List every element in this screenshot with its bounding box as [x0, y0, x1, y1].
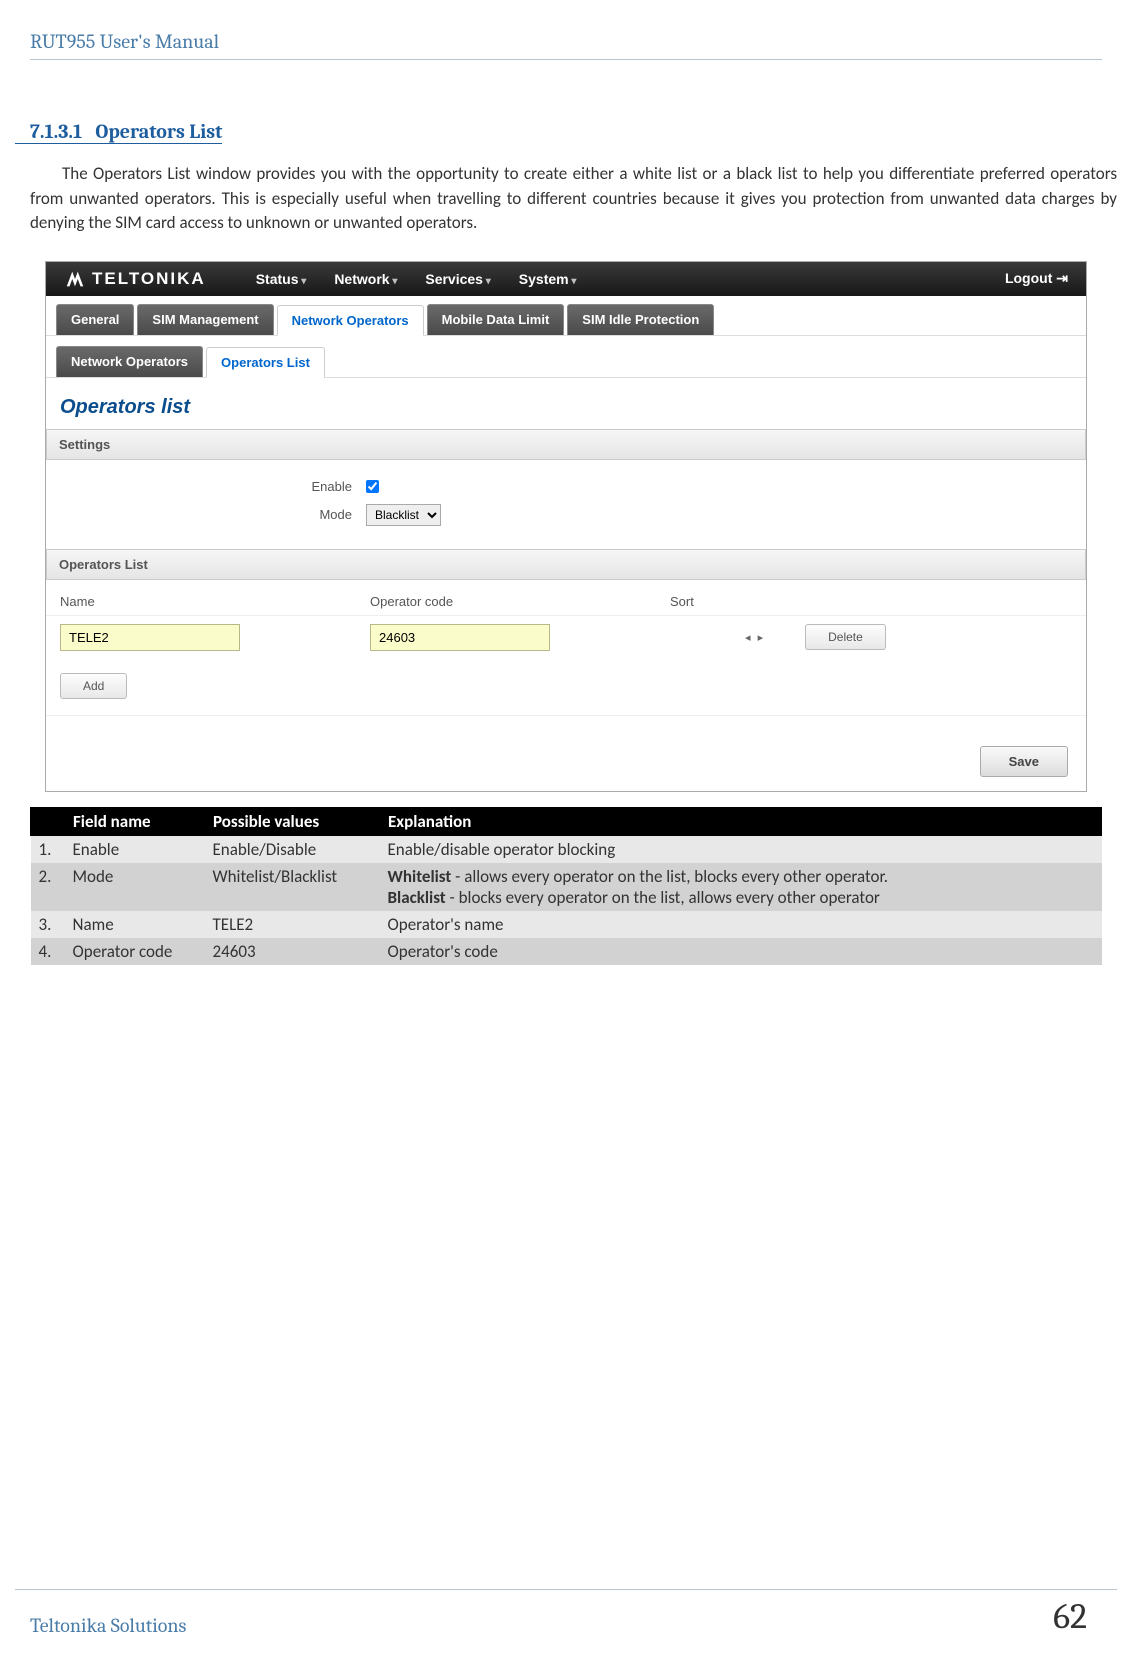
table-header-row: Field name Possible values Explanation: [31, 807, 1102, 835]
app-screenshot: TELTONIKA Status Network Services System…: [45, 261, 1087, 792]
page-number: 62: [1053, 1596, 1117, 1637]
row-mode: Mode Blacklist: [46, 499, 1086, 531]
cell-expl: Whitelist - allows every operator on the…: [380, 863, 1102, 911]
table-row: 4. Operator code 24603 Operator's code: [31, 938, 1102, 965]
tab-network-operators[interactable]: Network Operators: [277, 305, 424, 336]
table-row: 3. Name TELE2 Operator's name: [31, 911, 1102, 938]
sub-tabs: Network Operators Operators List: [46, 336, 1086, 378]
cell-num: 4.: [31, 938, 65, 965]
delete-button[interactable]: Delete: [805, 624, 886, 650]
operator-row: ◂ ▸ Delete: [46, 616, 1086, 659]
operator-code-input[interactable]: [370, 624, 550, 651]
cell-field: Operator code: [65, 938, 205, 965]
cell-expl: Enable/disable operator blocking: [380, 835, 1102, 863]
top-nav: TELTONIKA Status Network Services System…: [46, 262, 1086, 296]
cell-field: Name: [65, 911, 205, 938]
cell-num: 1.: [31, 835, 65, 863]
doc-header-title: RUT955 User's Manual: [15, 30, 1117, 59]
cell-values: Whitelist/Blacklist: [205, 863, 380, 911]
operators-list-header: Operators List: [46, 549, 1086, 580]
th-explanation: Explanation: [380, 807, 1102, 835]
cell-num: 3.: [31, 911, 65, 938]
rest1: - allows every operator on the list, blo…: [451, 866, 888, 887]
subtab-operators-list[interactable]: Operators List: [206, 347, 325, 378]
section-title: Operators List: [95, 120, 222, 143]
save-button[interactable]: Save: [980, 746, 1068, 777]
th-field: Field name: [65, 807, 205, 835]
col-name: Name: [60, 594, 370, 609]
table-row: 1. Enable Enable/Disable Enable/disable …: [31, 835, 1102, 863]
section-number: 7.1.3.1: [30, 120, 82, 143]
section-heading: 7.1.3.1 Operators List: [15, 120, 1117, 162]
operator-name-input[interactable]: [60, 624, 240, 651]
fields-table: Field name Possible values Explanation 1…: [30, 807, 1102, 965]
footer-brand: Teltonika Solutions: [15, 1614, 186, 1637]
cell-expl: Operator's code: [380, 938, 1102, 965]
header-rule: [30, 59, 1102, 60]
subtab-network-operators[interactable]: Network Operators: [56, 346, 203, 377]
cell-values: 24603: [205, 938, 380, 965]
logout-link[interactable]: Logout ⇥: [1005, 270, 1068, 287]
list-columns: Name Operator code Sort: [46, 584, 1086, 616]
logout-icon: ⇥: [1052, 270, 1068, 286]
enable-checkbox[interactable]: [366, 480, 379, 493]
th-blank: [31, 807, 65, 835]
bold-blacklist: Blacklist: [388, 887, 446, 908]
primary-tabs: General SIM Management Network Operators…: [46, 296, 1086, 336]
nav-network[interactable]: Network: [334, 271, 397, 287]
enable-label: Enable: [46, 479, 366, 494]
save-row: Save: [46, 715, 1086, 791]
th-values: Possible values: [205, 807, 380, 835]
mode-label: Mode: [46, 507, 366, 522]
rest2: - blocks every operator on the list, all…: [446, 887, 880, 908]
cell-num: 2.: [31, 863, 65, 911]
brand-text: TELTONIKA: [92, 269, 206, 289]
nav-services[interactable]: Services: [425, 271, 490, 287]
sort-handle-icon[interactable]: ◂ ▸: [745, 631, 765, 644]
nav-system[interactable]: System: [519, 271, 577, 287]
cell-values: Enable/Disable: [205, 835, 380, 863]
tab-sim-idle-protection[interactable]: SIM Idle Protection: [567, 304, 714, 335]
tab-sim-management[interactable]: SIM Management: [137, 304, 273, 335]
cell-expl: Operator's name: [380, 911, 1102, 938]
add-button[interactable]: Add: [60, 673, 127, 699]
tab-mobile-data-limit[interactable]: Mobile Data Limit: [427, 304, 565, 335]
table-row: 2. Mode Whitelist/Blacklist Whitelist - …: [31, 863, 1102, 911]
bold-whitelist: Whitelist: [388, 866, 452, 887]
col-sort: Sort: [670, 594, 1072, 609]
cell-field: Mode: [65, 863, 205, 911]
row-enable: Enable: [46, 474, 1086, 499]
logout-label: Logout: [1005, 270, 1052, 286]
cell-values: TELE2: [205, 911, 380, 938]
page-title: Operators list: [46, 378, 1086, 429]
settings-header: Settings: [46, 429, 1086, 460]
settings-form: Enable Mode Blacklist: [46, 460, 1086, 549]
nav-status[interactable]: Status: [256, 271, 307, 287]
logo-icon: [64, 268, 86, 290]
brand-logo: TELTONIKA: [64, 268, 206, 290]
col-code: Operator code: [370, 594, 670, 609]
mode-select[interactable]: Blacklist: [366, 504, 441, 526]
intro-paragraph: The Operators List window provides you w…: [15, 162, 1117, 236]
page-footer: Teltonika Solutions 62: [15, 1589, 1117, 1637]
cell-field: Enable: [65, 835, 205, 863]
tab-general[interactable]: General: [56, 304, 134, 335]
nav-items: Status Network Services System: [256, 271, 577, 287]
